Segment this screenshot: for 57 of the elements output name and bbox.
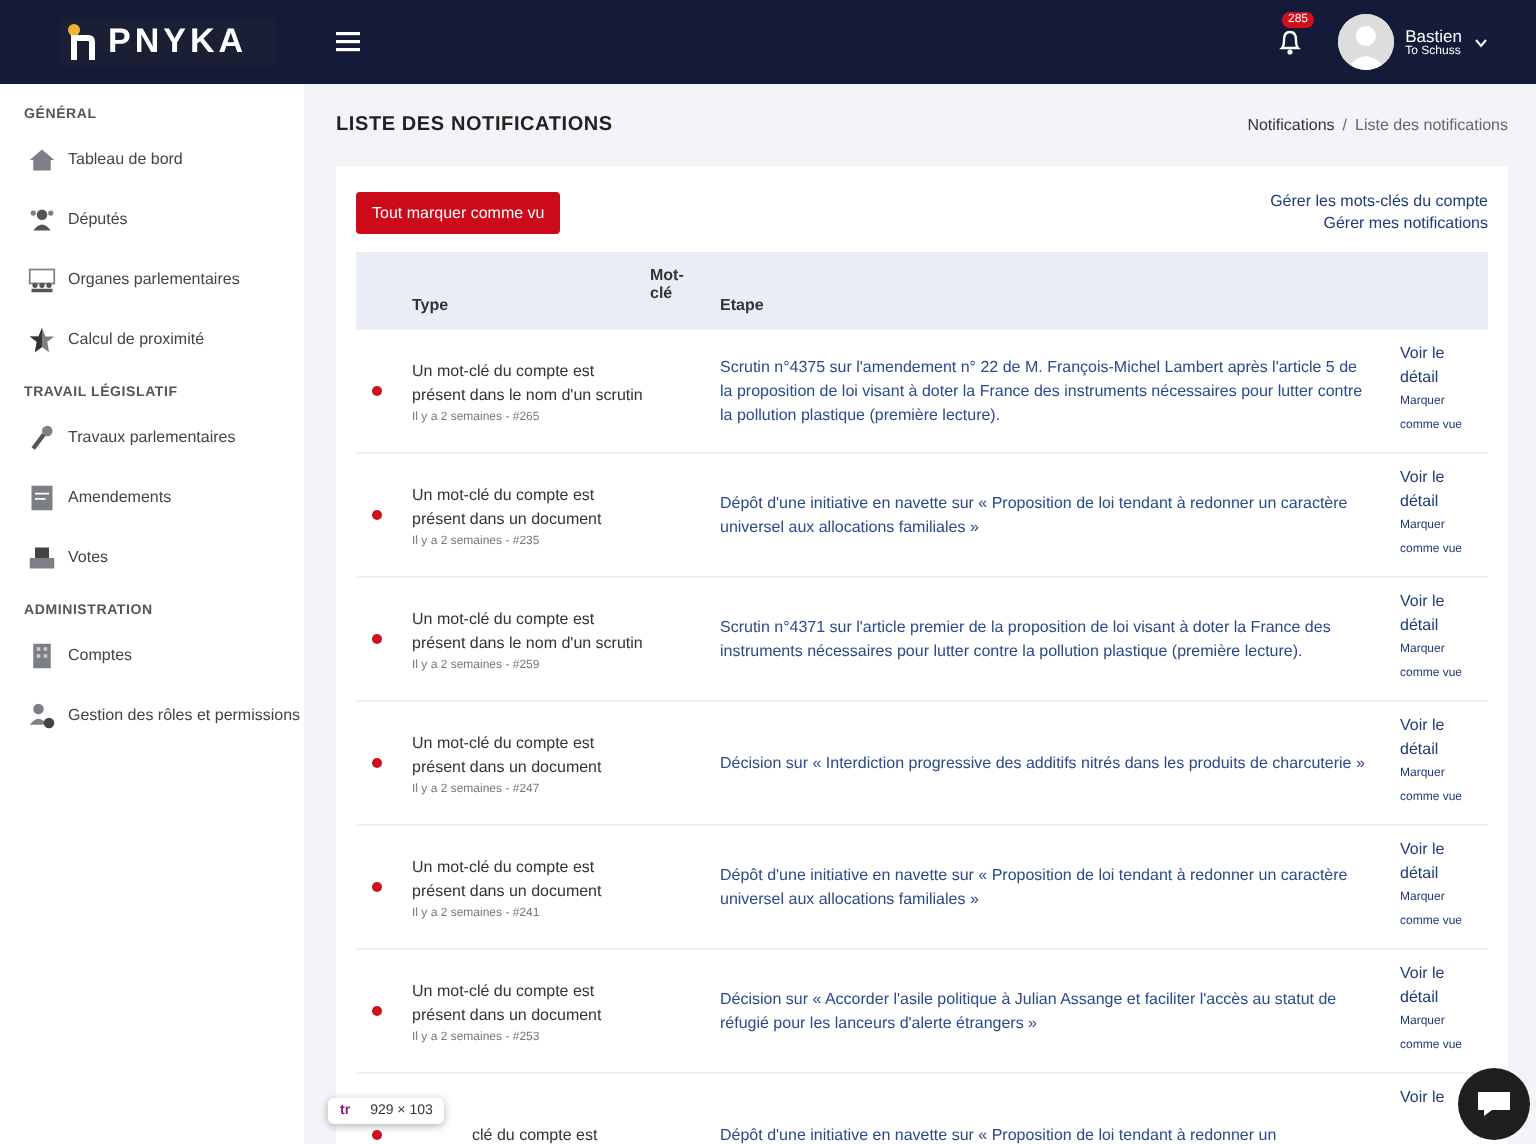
etape-link[interactable]: Dépôt d'une initiative en navette sur « Proposition de loi tendant à redonner un caractère universel aux allocations familiales » (720, 491, 1400, 539)
etape-link[interactable]: Décision sur « Interdiction progressive des additifs nitrés dans les produits de charcuterie » (720, 751, 1400, 775)
detail-link[interactable]: Voir le détail (1400, 714, 1452, 762)
column-header: Type (412, 296, 451, 318)
notification-type: Un mot-clé du compte est présent dans un document (412, 979, 604, 1027)
notification-type: Un mot-clé du compte est présent dans un document (412, 855, 604, 903)
chat-icon (1476, 1090, 1512, 1118)
etape-link[interactable]: Dépôt d'une initiative en navette sur « Proposition de loi tendant à redonner un caractère universel aux allocations familiales » (720, 863, 1400, 911)
notification-type: clé du compte est (472, 1123, 600, 1144)
sidebar-item-icon (28, 146, 56, 174)
breadcrumb-separator: / (1342, 116, 1347, 134)
breadcrumb-item: Liste des notifications (1355, 116, 1508, 134)
sidebar-item[interactable]: Gestion des rôles et permissions (28, 702, 304, 730)
notification-type: Un mot-clé du compte est présent dans le nom d'un scrutin (412, 607, 645, 655)
link[interactable]: Gérer les mots-clés du compte (1270, 192, 1488, 210)
notification-type: Un mot-clé du compte est présent dans le nom d'un scrutin (412, 359, 645, 407)
sidebar-item-icon (28, 642, 56, 670)
sidebar-item[interactable]: Amendements (28, 484, 304, 512)
sidebar-item-icon (28, 484, 56, 512)
etape-link[interactable]: Scrutin n°4371 sur l'article premier de la proposition de loi visant à doter la France des instruments nécessaires pour lutter contre la pollution plastique (première lecture). (720, 615, 1400, 663)
user-name[interactable]: Bastien (1405, 26, 1462, 46)
sidebar-item[interactable]: Votes (28, 544, 304, 572)
sidebar-item-icon (28, 544, 56, 572)
bell-icon[interactable] (1277, 28, 1302, 56)
etape-link[interactable]: Décision sur « Accorder l'asile politique à Julian Assange et faciliter l'accès au statut de réfugié pour les lanceurs d'alerte étrangers » (720, 987, 1400, 1035)
notification-type: Un mot-clé du compte est présent dans un document (412, 731, 604, 779)
notification-type: Un mot-clé du compte est présent dans un document (412, 483, 604, 531)
detail-link[interactable]: Voir le détail (1400, 962, 1452, 1010)
sidebar-item[interactable]: Calcul de proximité (28, 326, 304, 354)
breadcrumb-item[interactable]: Notifications (1247, 116, 1335, 134)
mark-all-button[interactable]: Tout marquer comme vu (356, 192, 561, 234)
sidebar-item-icon (28, 266, 56, 294)
column-header: Etape (720, 296, 766, 318)
page-title: LISTE DES NOTIFICATIONS (336, 114, 613, 136)
detail-link[interactable]: Voir le détail (1400, 342, 1452, 390)
logo-icon (68, 24, 96, 60)
caret-icon[interactable] (1474, 37, 1488, 47)
column-header: Mot-clé (650, 264, 686, 306)
link[interactable]: Gérer mes notifications (1323, 214, 1488, 232)
sidebar-item[interactable]: Organes parlementaires (28, 266, 304, 294)
sidebar-item[interactable]: Tableau de bord (28, 146, 304, 174)
etape-link[interactable]: Scrutin n°4375 sur l'amendement n° 22 de M. François-Michel Lambert après l'article 5 de la proposition de loi visant à doter la France des instruments nécessaires pour lutter contre la pollution plastique (première lecture). (720, 355, 1400, 427)
menu-icon[interactable] (336, 32, 360, 52)
detail-link[interactable]: Voir le détail (1400, 838, 1452, 886)
logo-text: PNYKA (108, 22, 248, 62)
sidebar-item-icon (28, 206, 56, 234)
sidebar-item-icon (28, 702, 56, 730)
detail-link[interactable]: Voir le (1400, 1086, 1452, 1110)
sidebar-item[interactable]: Députés (28, 206, 304, 234)
detail-link[interactable]: Voir le détail (1400, 590, 1452, 638)
sidebar-item[interactable]: Comptes (28, 642, 304, 670)
sidebar-item[interactable]: Travaux parlementaires (28, 424, 304, 452)
avatar-icon[interactable] (1337, 14, 1394, 70)
detail-link[interactable]: Voir le détail (1400, 466, 1452, 514)
etape-link[interactable]: Dépôt d'une initiative en navette sur « Proposition de loi tendant à redonner un (720, 1123, 1400, 1144)
sidebar-item-icon (28, 424, 56, 452)
sidebar-item-icon (28, 326, 56, 354)
